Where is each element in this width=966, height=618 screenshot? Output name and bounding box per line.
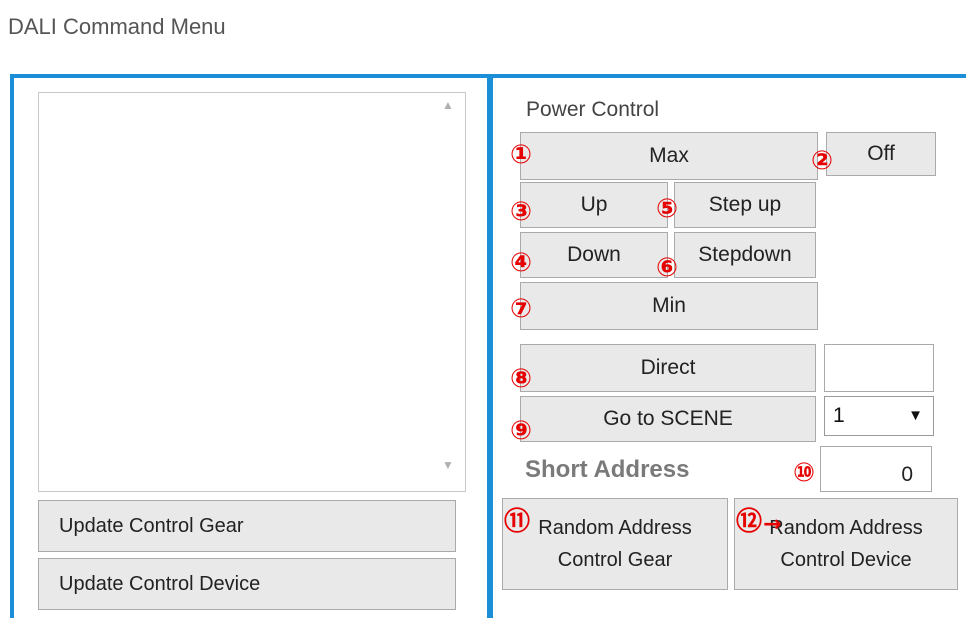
update-control-device-button[interactable]: Update Control Device <box>38 558 456 610</box>
frame-left-border <box>10 74 14 618</box>
scroll-down-arrow-icon[interactable]: ▼ <box>442 458 454 472</box>
random-gear-line1: Random Address <box>538 517 692 539</box>
annotation-3: ③ <box>510 197 533 227</box>
device-list[interactable] <box>38 92 466 492</box>
step-up-button[interactable]: Step up <box>674 182 816 228</box>
annotation-10: ⑩ <box>793 458 816 488</box>
max-button[interactable]: Max <box>520 132 818 180</box>
min-button[interactable]: Min <box>520 282 818 330</box>
annotation-5: ⑤ <box>656 194 679 224</box>
off-button[interactable]: Off <box>826 132 936 176</box>
frame-divider <box>487 74 493 618</box>
random-gear-line2: Control Gear <box>557 549 673 571</box>
annotation-arrow-icon: → <box>763 512 782 537</box>
annotation-8: ⑧ <box>510 364 533 394</box>
direct-button[interactable]: Direct <box>520 344 816 392</box>
annotation-1: ① <box>510 140 533 170</box>
random-address-control-gear-button[interactable]: Random Address Control Gear <box>502 498 728 590</box>
short-address-input[interactable]: 0 <box>820 446 932 492</box>
annotation-7: ⑦ <box>510 294 533 324</box>
annotation-12: ⑫ <box>736 507 763 537</box>
annotation-9: ⑨ <box>510 416 533 446</box>
chevron-down-icon: ▼ <box>908 407 923 424</box>
scene-select[interactable]: 1 ▼ <box>824 396 934 436</box>
scene-select-value: 1 <box>833 404 845 427</box>
short-address-value: 0 <box>901 463 913 486</box>
annotation-2: ② <box>811 146 834 176</box>
annotation-4: ④ <box>510 248 533 278</box>
power-control-heading: Power Control <box>526 98 660 121</box>
annotation-11: ⑪ <box>504 507 531 537</box>
random-device-line1: Random Address <box>769 517 923 539</box>
annotation-6: ⑥ <box>656 253 679 283</box>
up-button[interactable]: Up <box>520 182 668 228</box>
window-title: DALI Command Menu <box>8 14 226 39</box>
random-device-line2: Control Device <box>780 549 912 571</box>
step-down-button[interactable]: Stepdown <box>674 232 816 278</box>
down-button[interactable]: Down <box>520 232 668 278</box>
scroll-up-arrow-icon[interactable]: ▲ <box>442 98 454 112</box>
short-address-label: Short Address <box>525 456 690 483</box>
update-control-gear-button[interactable]: Update Control Gear <box>38 500 456 552</box>
go-to-scene-button[interactable]: Go to SCENE <box>520 396 816 442</box>
direct-level-input[interactable] <box>824 344 934 392</box>
